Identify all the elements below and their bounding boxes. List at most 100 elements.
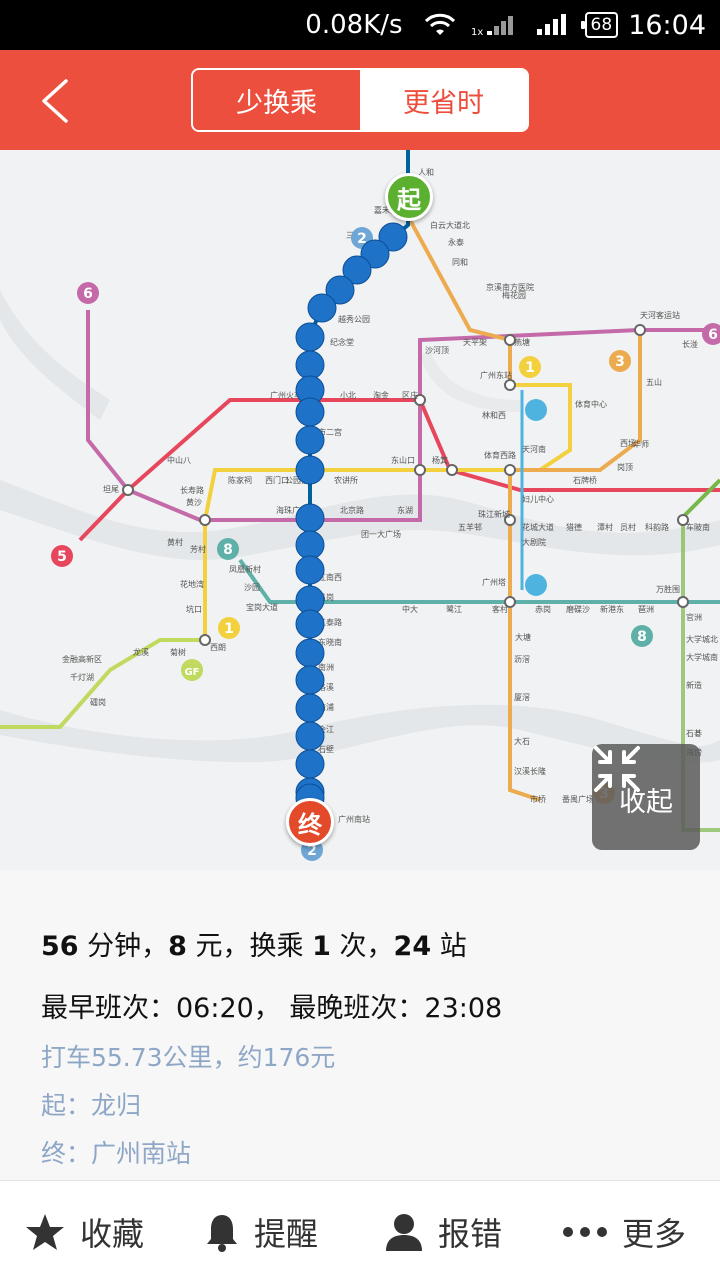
star-icon — [26, 1214, 64, 1250]
station-label: 石碁 — [686, 728, 702, 738]
tab-fewer-transfers[interactable]: 少换乘 — [193, 70, 360, 130]
station-label: 番禺广场 — [562, 794, 594, 804]
station-label: 花城大道 — [522, 522, 554, 532]
station-label: 永泰 — [448, 237, 464, 247]
line-badge: 5 — [51, 545, 73, 567]
more-dots-icon — [563, 1227, 607, 1237]
svg-text:6: 6 — [83, 286, 93, 302]
destination-station: 终：广州南站 — [41, 1139, 192, 1168]
station-label: 客村 — [492, 604, 508, 614]
route-stop-dot — [295, 322, 325, 352]
route-stop-dot — [295, 638, 325, 668]
station-label: 宝岗大道 — [246, 602, 278, 612]
origin-station: 起：龙归 — [41, 1091, 142, 1120]
favorite-button[interactable]: 收藏 — [24, 1209, 144, 1255]
apm-badge — [525, 574, 547, 596]
station-label: 鹭江 — [446, 604, 462, 614]
station-label: 燕塘 — [514, 337, 530, 347]
end-pin[interactable]: 终 — [286, 798, 334, 846]
back-button[interactable] — [30, 76, 80, 126]
sim1-signal-icon: 1x — [471, 13, 519, 37]
station-label: 市桥 — [530, 794, 546, 804]
station-label: 花地湾 — [180, 579, 204, 589]
station-label: 纪念堂 — [330, 337, 354, 347]
station-label: 大学城北 — [686, 634, 718, 644]
collapse-arrows-icon — [594, 746, 640, 792]
station-label: 坦尾 — [103, 485, 119, 494]
station-label: 汉溪长隆 — [514, 766, 546, 776]
station-label: 沥滘 — [514, 655, 530, 664]
station-label: 长寿路 — [180, 485, 204, 495]
station-label: 大塘 — [515, 632, 531, 642]
station-label: 东湖 — [397, 505, 413, 515]
route-info-panel: 56 分钟，8 元，换乘 1 次，24 站 最早班次：06:20， 最晚班次：2… — [0, 870, 720, 1180]
line-badge: GF — [181, 659, 203, 681]
station-label: 黄村 — [167, 537, 183, 547]
fare-value: 8 — [168, 931, 187, 962]
svg-text:8: 8 — [223, 542, 233, 558]
route-stop-dot — [295, 609, 325, 639]
station-label: 杨箕 — [432, 455, 448, 465]
station-label: 妇儿中心 — [522, 494, 554, 504]
svg-text:8: 8 — [637, 629, 647, 645]
more-button[interactable]: 更多 — [562, 1209, 686, 1255]
station-label: 凤凰新村 — [229, 564, 261, 574]
station-label: 岗顶 — [617, 463, 633, 472]
route-stop-dot — [295, 693, 325, 723]
station-label: 新造 — [686, 680, 702, 690]
station-label: 大剧院 — [522, 537, 546, 547]
report-error-button[interactable]: 报错 — [384, 1209, 502, 1255]
start-pin[interactable]: 起 — [385, 173, 433, 221]
station-label: 西门口 — [265, 475, 289, 485]
station-label: 大石 — [514, 736, 530, 746]
wifi-icon — [424, 13, 455, 37]
bottom-action-bar: 收藏 提醒 报错 更多 — [0, 1180, 720, 1280]
transfer-count: 1 — [312, 931, 331, 962]
station-label: 千灯湖 — [70, 672, 94, 682]
station-label: 沙园 — [244, 583, 260, 592]
tab-faster[interactable]: 更省时 — [360, 70, 527, 130]
station-label: 新港东 — [600, 604, 624, 614]
collapse-map-button[interactable]: 收起 — [592, 744, 700, 850]
station-label: 沙河顶 — [425, 345, 449, 355]
station-label: 琶洲 — [638, 605, 654, 614]
train-schedule: 最早班次：06:20， 最晚班次：23:08 — [41, 993, 503, 1024]
svg-text:3: 3 — [615, 354, 625, 370]
line-badge: 8 — [217, 538, 239, 560]
station-label: 芳村 — [190, 544, 206, 554]
station-label: 农讲所 — [334, 475, 358, 485]
station-label: 猎德 — [566, 522, 582, 532]
station-label: 菊树 — [170, 647, 186, 657]
station-label: 车陂南 — [686, 522, 710, 532]
taxi-estimate: 打车55.73公里，约176元 — [41, 1043, 336, 1072]
station-label: 区庄 — [402, 390, 418, 400]
route-stop-dot — [295, 665, 325, 695]
report-error-label: 报错 — [438, 1215, 503, 1253]
route-stop-dot — [295, 425, 325, 455]
route-stop-dot — [295, 530, 325, 560]
line-badge: 8 — [631, 625, 653, 647]
clock: 16:04 — [628, 9, 706, 41]
route-stop-dot — [295, 350, 325, 380]
station-label: 长湴 — [682, 339, 698, 349]
station-label: 金融高新区 — [62, 654, 102, 664]
station-label: 体育西路 — [484, 450, 516, 460]
duration-minutes: 56 — [41, 931, 79, 962]
station-label: 团一大广场 — [361, 529, 401, 539]
route-stop-dot — [295, 555, 325, 585]
user-icon — [386, 1214, 422, 1251]
station-label: 万胜围 — [656, 584, 680, 594]
reminder-button[interactable]: 提醒 — [204, 1209, 318, 1255]
header-bar: 少换乘 更省时 — [0, 50, 720, 150]
station-label: 体育中心 — [575, 399, 607, 409]
chevron-left-icon — [42, 79, 68, 123]
station-label: 磨碟沙 — [566, 604, 590, 614]
station-label: 大学城南 — [686, 652, 718, 662]
station-label: 中大 — [402, 604, 418, 614]
station-label: 华师 — [633, 439, 649, 449]
line-badge: 1 — [218, 617, 240, 639]
station-label: 白云大道北 — [430, 220, 470, 230]
route-stop-dot — [295, 721, 325, 751]
metro-map[interactable]: 广州火车站 小北 淘金 区庄 林和西 燕塘 天平架 沙河顶 体育中心 天河南 体育西路 杨箕 东山口 农讲… — [0, 150, 720, 870]
station-label: 广州南站 — [338, 814, 370, 824]
